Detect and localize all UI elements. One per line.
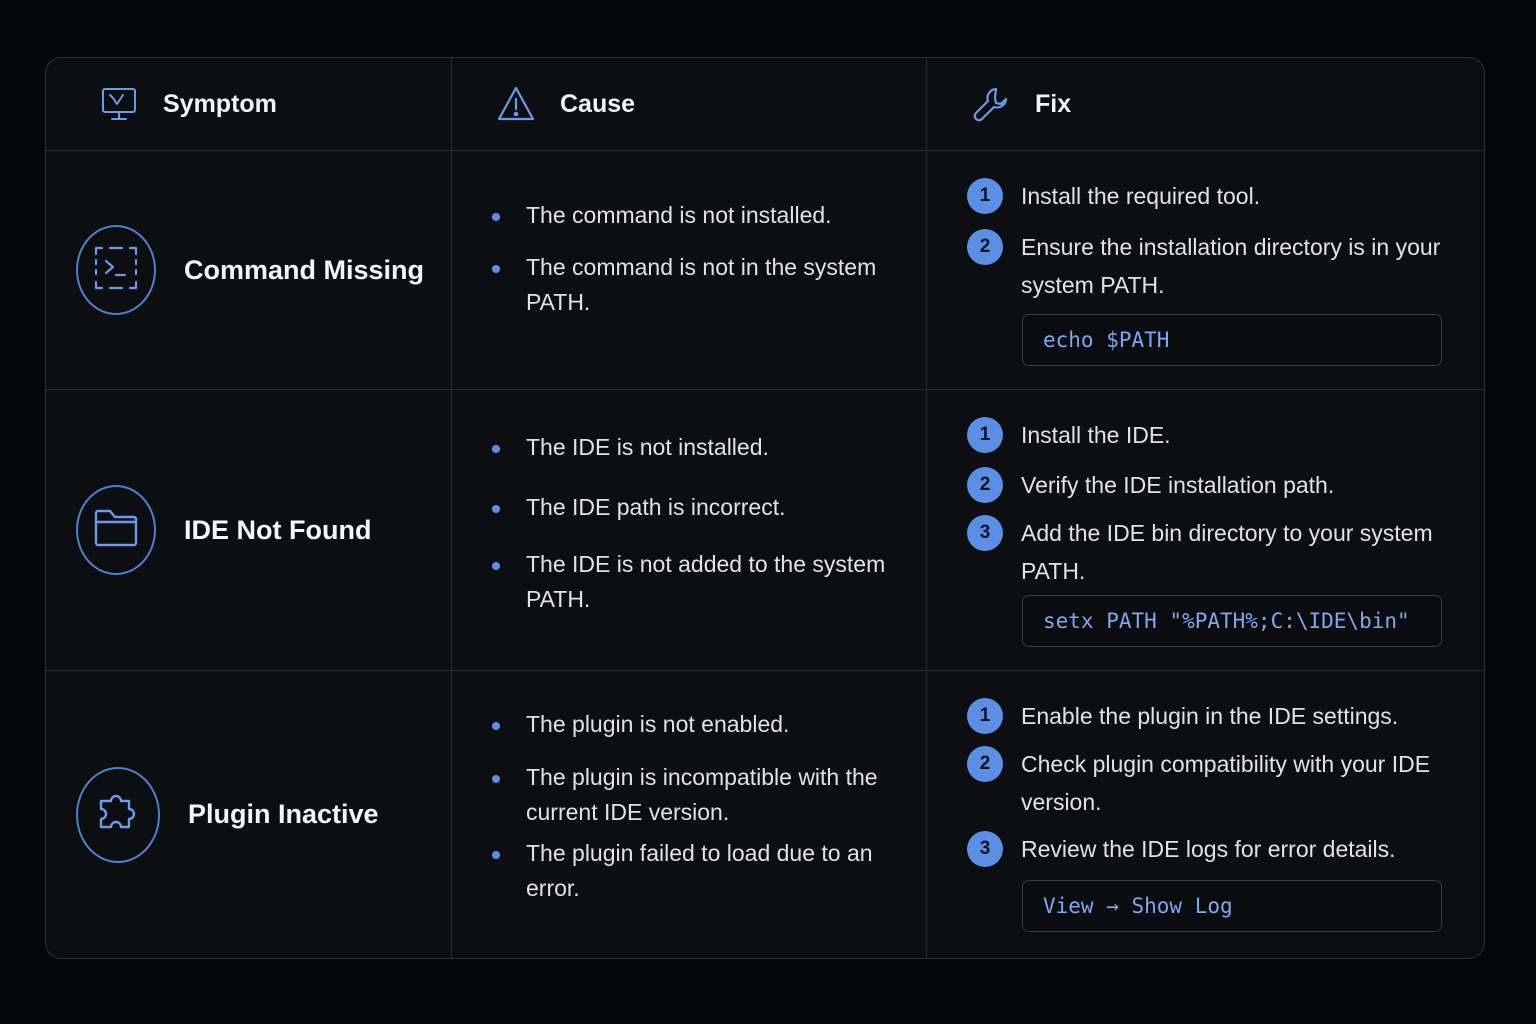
puzzle-icon: [93, 787, 143, 842]
fix-cell: 1 Enable the plugin in the IDE settings. …: [927, 671, 1484, 958]
fix-cell: 1 Install the IDE. 2 Verify the IDE instal…: [927, 390, 1484, 671]
list-item: 2 Check plugin compatibility with your ID…: [967, 745, 1444, 821]
list-item: 2 Verify the IDE installation path.: [967, 466, 1444, 504]
header-symptom-label: Symptom: [163, 89, 277, 118]
step-number: 1: [967, 417, 1003, 453]
folder-icon: [92, 507, 140, 554]
list-item: 2 Ensure the installation directory is in…: [967, 228, 1444, 304]
code-snippet[interactable]: echo $PATH: [1022, 314, 1442, 366]
step-number: 1: [967, 698, 1003, 734]
list-item: The plugin is incompatible with the curr…: [492, 760, 906, 830]
list-item: 3 Review the IDE logs for error details.: [967, 830, 1444, 868]
step-number: 3: [967, 831, 1003, 867]
wrench-icon: [971, 84, 1011, 124]
cause-list: The command is not installed. The comman…: [492, 198, 906, 320]
list-item: 3 Add the IDE bin directory to your syste…: [967, 514, 1444, 590]
cause-cell: The command is not installed. The comman…: [452, 151, 927, 390]
list-item: The plugin is not enabled.: [492, 707, 906, 742]
step-number: 3: [967, 515, 1003, 551]
header-fix-label: Fix: [1035, 89, 1072, 118]
step-number: 2: [967, 467, 1003, 503]
cause-list: The IDE is not installed. The IDE path i…: [492, 430, 906, 617]
fix-steps: 1 Enable the plugin in the IDE settings. …: [967, 697, 1444, 868]
fix-cell: 1 Install the required tool. 2 Ensure the …: [927, 151, 1484, 390]
list-item: 1 Install the required tool.: [967, 177, 1444, 215]
symptom-icon-circle: [76, 225, 156, 315]
header-symptom: Symptom: [46, 58, 452, 151]
header-fix: Fix: [927, 58, 1484, 151]
list-item: The plugin failed to load due to an erro…: [492, 836, 906, 906]
symptom-label: Command Missing: [184, 254, 425, 285]
symptom-cell: Plugin Inactive: [46, 671, 452, 958]
header-cause-label: Cause: [560, 89, 636, 118]
warning-icon: [496, 84, 536, 124]
fix-steps: 1 Install the IDE. 2 Verify the IDE instal…: [967, 416, 1444, 590]
list-item: The IDE path is incorrect.: [492, 490, 906, 525]
step-number: 2: [967, 229, 1003, 265]
cause-cell: The IDE is not installed. The IDE path i…: [452, 390, 927, 671]
code-snippet[interactable]: setx PATH "%PATH%;C:\IDE\bin": [1022, 595, 1442, 647]
symptom-label: Plugin Inactive: [188, 799, 379, 829]
fix-steps: 1 Install the required tool. 2 Ensure the …: [967, 177, 1444, 304]
step-number: 1: [967, 178, 1003, 214]
symptom-label: IDE Not Found: [184, 514, 372, 545]
step-number: 2: [967, 746, 1003, 782]
list-item: The command is not in the system PATH.: [492, 250, 906, 320]
symptom-icon-circle: [76, 766, 160, 863]
terminal-icon: [92, 244, 140, 297]
troubleshooting-table: Symptom Cause Fix Command Missing The co…: [45, 57, 1485, 959]
monitor-icon: [99, 84, 139, 124]
list-item: 1 Enable the plugin in the IDE settings.: [967, 697, 1444, 735]
list-item: The IDE is not installed.: [492, 430, 906, 465]
list-item: The IDE is not added to the system PATH.: [492, 547, 906, 617]
cause-cell: The plugin is not enabled. The plugin is…: [452, 671, 927, 958]
header-cause: Cause: [452, 58, 927, 151]
symptom-cell: Command Missing: [46, 151, 452, 390]
symptom-cell: IDE Not Found: [46, 390, 452, 671]
cause-list: The plugin is not enabled. The plugin is…: [492, 707, 906, 906]
list-item: The command is not installed.: [492, 198, 906, 233]
code-snippet[interactable]: View → Show Log: [1022, 880, 1442, 932]
symptom-icon-circle: [76, 485, 156, 575]
list-item: 1 Install the IDE.: [967, 416, 1444, 454]
